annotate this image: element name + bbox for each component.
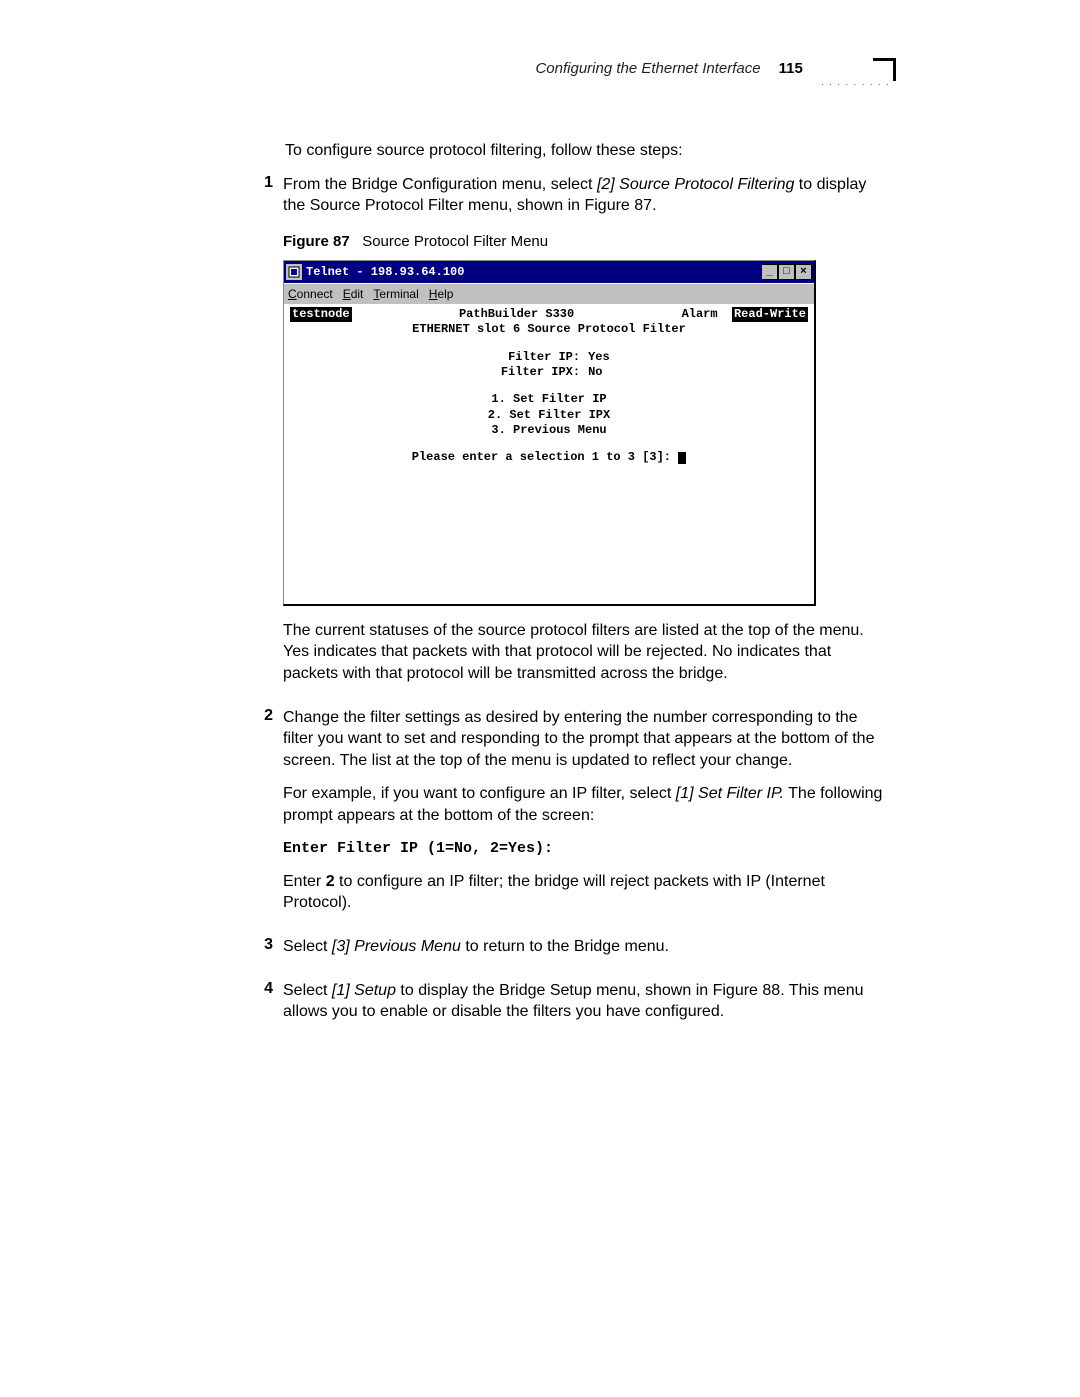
text: From the Bridge Configuration menu, sele… xyxy=(283,176,597,193)
step-2-p2: For example, if you want to configure an… xyxy=(283,783,890,826)
step-1-text: From the Bridge Configuration menu, sele… xyxy=(283,174,890,217)
step-3: 3 Select [3] Previous Menu to return to … xyxy=(285,936,890,970)
intro-paragraph: To configure source protocol filtering, … xyxy=(285,140,890,162)
step-number: 1 xyxy=(255,174,273,697)
window-menubar: Connect Edit Terminal Help xyxy=(284,283,814,304)
filter-ip-label: Filter IP: xyxy=(290,350,588,365)
text: For example, if you want to configure an… xyxy=(283,785,676,802)
cursor-icon xyxy=(678,452,686,464)
filter-ipx-value: No xyxy=(588,365,602,380)
code-prompt: Enter Filter IP (1=No, 2=Yes): xyxy=(283,839,890,859)
page-header: Configuring the Ethernet Interface 115 ·… xyxy=(285,60,890,90)
node-name: testnode xyxy=(290,307,352,322)
menu-help[interactable]: Help xyxy=(429,287,454,301)
telnet-window: Telnet - 198.93.64.100 _ □ × Connect Edi… xyxy=(283,260,816,606)
step-2-p1: Change the filter settings as desired by… xyxy=(283,707,890,772)
text: to configure an IP filter; the bridge wi… xyxy=(283,873,825,912)
prompt-line: Please enter a selection 1 to 3 [3]: xyxy=(290,450,808,465)
terminal-body: testnode PathBuilder S330 Alarm Read-Wri… xyxy=(284,304,814,604)
step-3-text: Select [3] Previous Menu to return to th… xyxy=(283,936,890,958)
step-number: 4 xyxy=(255,980,273,1035)
step-number: 3 xyxy=(255,936,273,970)
text: Select xyxy=(283,938,332,955)
alarm-label: Alarm xyxy=(682,307,718,322)
menu-connect[interactable]: Connect xyxy=(288,287,333,301)
text: Enter xyxy=(283,873,326,890)
screen-subtitle: ETHERNET slot 6 Source Protocol Filter xyxy=(290,322,808,337)
step-2: 2 Change the filter settings as desired … xyxy=(285,707,890,926)
figure-caption: Figure 87 Source Protocol Filter Menu xyxy=(283,233,890,250)
step-4-text: Select [1] Setup to display the Bridge S… xyxy=(283,980,890,1023)
mode-label: Read-Write xyxy=(732,307,808,322)
maximize-button[interactable]: □ xyxy=(778,264,795,280)
menu-edit[interactable]: Edit xyxy=(343,287,364,301)
text: to return to the Bridge menu. xyxy=(461,938,669,955)
step-4: 4 Select [1] Setup to display the Bridge… xyxy=(285,980,890,1035)
filter-ipx-label: Filter IPX: xyxy=(290,365,588,380)
window-titlebar: Telnet - 198.93.64.100 _ □ × xyxy=(284,261,814,283)
menu-item-2: 2. Set Filter IPX xyxy=(290,408,808,423)
menu-reference: [2] Source Protocol Filtering xyxy=(597,176,794,193)
menu-reference: [1] Set Filter IP. xyxy=(676,785,784,802)
menu-item-1: 1. Set Filter IP xyxy=(290,392,808,407)
menu-terminal[interactable]: Terminal xyxy=(373,287,418,301)
menu-reference: [3] Previous Menu xyxy=(332,938,461,955)
filter-ip-value: Yes xyxy=(588,350,610,365)
header-decoration: · · · · · · · · · xyxy=(821,58,890,90)
figure-title: Source Protocol Filter Menu xyxy=(362,233,548,250)
header-section-title: Configuring the Ethernet Interface xyxy=(535,60,760,77)
minimize-button[interactable]: _ xyxy=(761,264,778,280)
menu-reference: [1] Setup xyxy=(332,982,396,999)
step-1: 1 From the Bridge Configuration menu, se… xyxy=(285,174,890,697)
app-icon xyxy=(286,264,302,280)
bold-value: 2 xyxy=(326,873,335,890)
text: Select xyxy=(283,982,332,999)
product-name: PathBuilder S330 xyxy=(352,307,682,322)
step-2-p3: Enter 2 to configure an IP filter; the b… xyxy=(283,871,890,914)
window-title: Telnet - 198.93.64.100 xyxy=(306,265,761,279)
page-number: 115 xyxy=(779,60,803,77)
prompt-text: Please enter a selection 1 to 3 [3]: xyxy=(412,450,678,464)
close-button[interactable]: × xyxy=(795,264,812,280)
step-number: 2 xyxy=(255,707,273,926)
after-figure-paragraph: The current statuses of the source proto… xyxy=(283,620,890,685)
menu-item-3: 3. Previous Menu xyxy=(290,423,808,438)
figure-label: Figure 87 xyxy=(283,233,350,250)
